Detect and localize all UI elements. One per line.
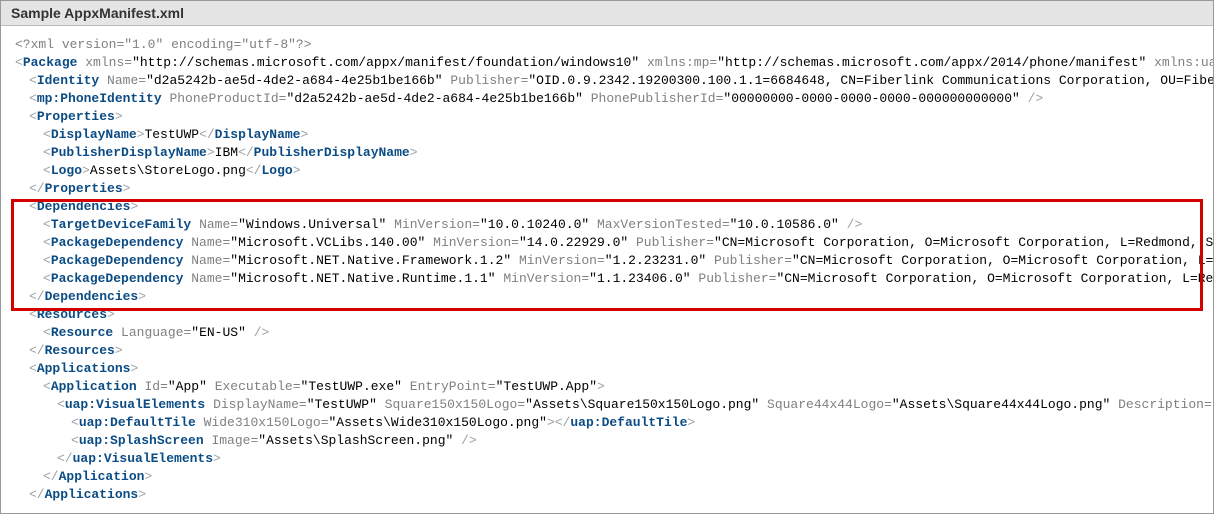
properties-open: Properties [37,109,115,124]
title-bar: Sample AppxManifest.xml [1,1,1213,26]
resources-open: Resources [37,307,107,322]
phone-identity-tag: mp:PhoneIdentity [37,91,162,106]
application-tag: Application [51,379,137,394]
application-close: Application [59,469,145,484]
default-tile-tag: uap:DefaultTile [79,415,196,430]
pkg-dep-1-tag: PackageDependency [51,235,184,250]
dependencies-close: Dependencies [45,289,139,304]
visual-elements-close: uap:VisualElements [73,451,213,466]
applications-close: Applications [45,487,139,502]
xml-pi: <?xml version="1.0" encoding="utf-8"?> [15,37,312,52]
identity-tag: Identity [37,73,99,88]
package-tag: Package [23,55,78,70]
dependencies-open: Dependencies [37,199,131,214]
visual-elements-tag: uap:VisualElements [65,397,205,412]
xml-code-block: <?xml version="1.0" encoding="utf-8"?> <… [1,26,1213,514]
display-name-value: TestUWP [144,127,199,142]
resources-close: Resources [45,343,115,358]
splash-screen-tag: uap:SplashScreen [79,433,204,448]
pkg-dep-3-tag: PackageDependency [51,271,184,286]
resource-tag: Resource [51,325,113,340]
pkg-dep-2-tag: PackageDependency [51,253,184,268]
sample-manifest-window: Sample AppxManifest.xml <?xml version="1… [0,0,1214,514]
logo-value: Assets\StoreLogo.png [90,163,246,178]
window-title: Sample AppxManifest.xml [11,5,184,21]
target-device-family-tag: TargetDeviceFamily [51,217,191,232]
properties-close: Properties [45,181,123,196]
applications-open: Applications [37,361,131,376]
publisher-value: IBM [215,145,238,160]
